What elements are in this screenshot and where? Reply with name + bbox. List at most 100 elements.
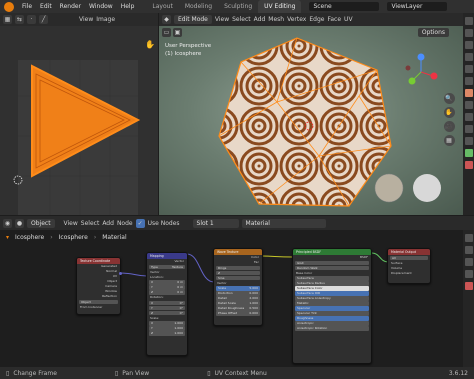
object-field[interactable]: Object	[79, 299, 118, 304]
rotation-z[interactable]: Z 0°	[149, 310, 185, 315]
vp-menu-add[interactable]: Add	[254, 16, 266, 23]
location-y[interactable]: Y0 m	[149, 285, 185, 290]
menu-file[interactable]: File	[18, 3, 36, 10]
vp-menu-vertex[interactable]: Vertex	[287, 16, 306, 23]
vp-menu-face[interactable]: Face	[327, 16, 341, 23]
node-editor-canvas[interactable]: ▾ Icosphere › Icosphere › Material Textu…	[0, 230, 463, 367]
menu-window[interactable]: Window	[85, 3, 117, 10]
location-x[interactable]: X0 m	[149, 280, 185, 285]
grid-icon[interactable]: ▦	[443, 135, 455, 146]
vp-menu-edge[interactable]: Edge	[309, 16, 324, 23]
material-selector[interactable]: Material	[241, 218, 326, 228]
render-icon[interactable]	[464, 29, 473, 37]
zoom-icon[interactable]: 🔍	[443, 93, 455, 104]
node-menu-select[interactable]: Select	[81, 220, 100, 227]
bsdf-subsurface-radius-field[interactable]: Subsurface Radius	[295, 281, 369, 286]
blender-logo-icon[interactable]	[4, 1, 14, 12]
tool-tab-icon[interactable]	[464, 246, 473, 254]
constraint-icon[interactable]	[464, 137, 473, 145]
material-tab-icon[interactable]	[464, 282, 473, 290]
wave-type-dropdown[interactable]: Rings	[216, 265, 260, 270]
scale-y[interactable]: Y 1.000	[149, 326, 185, 331]
uv-canvas[interactable]: ✋	[0, 26, 158, 215]
object-icon[interactable]	[464, 89, 473, 97]
node-mapping[interactable]: Mapping Vector Type Texture Vector Locati…	[146, 252, 188, 356]
node-wave-texture[interactable]: Wave Texture Color Fac Rings Z Sine Vect…	[213, 248, 263, 326]
bsdf-specular-tint-field[interactable]: Specular Tint	[295, 311, 369, 316]
scale-z[interactable]: Z 1.000	[149, 331, 185, 336]
uv-menu-image[interactable]: Image	[96, 16, 115, 23]
tool-icon[interactable]	[464, 17, 473, 25]
node-editor-type-icon[interactable]: ◉	[3, 218, 12, 228]
editor-type-icon[interactable]: ▦	[3, 15, 12, 24]
vp-menu-uv[interactable]: UV	[344, 16, 353, 23]
viewlayer-selector[interactable]: ViewLayer	[387, 2, 448, 11]
wave-profile-dropdown[interactable]: Sine	[216, 275, 260, 280]
bsdf-roughness-field[interactable]: Roughness	[295, 316, 369, 321]
menu-render[interactable]: Render	[56, 3, 85, 10]
hand-icon[interactable]: ✋	[145, 40, 155, 49]
physics-icon[interactable]	[464, 125, 473, 133]
location-z[interactable]: Z0 m	[149, 290, 185, 295]
shader-object-selector[interactable]: Object	[27, 218, 55, 228]
from-instancer-checkbox[interactable]: From Instancer	[77, 305, 120, 310]
node-texture-coordinate[interactable]: Texture Coordinate Generated Normal UV O…	[76, 257, 121, 315]
wave-scale-field[interactable]: Scale 5.000	[216, 286, 260, 291]
mapping-type-dropdown[interactable]: Type Texture	[149, 264, 185, 269]
material-icon[interactable]	[464, 161, 473, 169]
wave-distortion-field[interactable]: Distortion 0.000	[216, 291, 260, 296]
use-nodes-checkbox[interactable]: ✓	[135, 218, 145, 228]
wave-detail-scale-field[interactable]: Detail Scale 1.000	[216, 301, 260, 306]
edge-select-icon[interactable]: ╱	[39, 15, 48, 24]
node-tab-icon[interactable]	[464, 234, 473, 242]
editor-type-icon[interactable]: ◆	[162, 15, 171, 24]
view-tab-icon[interactable]	[464, 258, 473, 266]
pan-hand-icon[interactable]: ✋	[443, 107, 455, 118]
output-icon[interactable]	[464, 41, 473, 49]
vertex-select-icon[interactable]: ·	[27, 15, 36, 24]
tab-sculpting[interactable]: Sculpting	[218, 0, 258, 13]
bsdf-subsurface-color-field[interactable]: Subsurface Color	[295, 286, 369, 291]
world-icon[interactable]	[464, 77, 473, 85]
node-menu-view[interactable]: View	[64, 220, 78, 227]
socket-uv-out[interactable]	[119, 272, 122, 275]
bsdf-metallic-field[interactable]: Metallic	[295, 301, 369, 306]
scale-x[interactable]: X 1.000	[149, 321, 185, 326]
particles-icon[interactable]	[464, 113, 473, 121]
node-menu-add[interactable]: Add	[102, 220, 114, 227]
slot-selector[interactable]: Slot 1	[192, 218, 239, 228]
tab-modeling[interactable]: Modeling	[179, 0, 218, 13]
distribution-dropdown[interactable]: GGX	[295, 260, 369, 265]
vp-menu-mesh[interactable]: Mesh	[268, 16, 284, 23]
options-tab-icon[interactable]	[464, 270, 473, 278]
node-principled-bsdf[interactable]: Principled BSDF BSDF GGX Random Walk Bas…	[292, 248, 372, 364]
uv-sync-icon[interactable]: ⇆	[15, 15, 24, 24]
output-target-dropdown[interactable]: All	[390, 255, 428, 260]
menu-help[interactable]: Help	[117, 3, 139, 10]
menu-edit[interactable]: Edit	[36, 3, 56, 10]
wave-detail-roughness-field[interactable]: Detail Roughness 0.500	[216, 306, 260, 311]
rotation-y[interactable]: Y 0°	[149, 305, 185, 310]
view-layer-icon[interactable]	[464, 53, 473, 61]
bsdf-subsurface-anisotropy-field[interactable]: Subsurface Anisotropy	[295, 296, 369, 301]
tab-layout[interactable]: Layout	[146, 0, 178, 13]
camera-icon[interactable]: 🎥	[443, 121, 455, 132]
subsurface-method-dropdown[interactable]: Random Walk	[295, 265, 369, 270]
vp-menu-view[interactable]: View	[215, 16, 229, 23]
scene-selector[interactable]: Scene	[309, 2, 380, 11]
bsdf-anisotropic-rotation-field[interactable]: Anisotropic Rotation	[295, 326, 369, 331]
bsdf-anisotropic-field[interactable]: Anisotropic	[295, 321, 369, 326]
node-material-output[interactable]: Material Output All Surface Volume Displ…	[387, 248, 431, 284]
uv-menu-view[interactable]: View	[79, 16, 93, 23]
data-icon[interactable]	[464, 149, 473, 157]
tab-uv-editing[interactable]: UV Editing	[258, 0, 302, 13]
bsdf-specular-field[interactable]: Specular	[295, 306, 369, 311]
bsdf-subsurface-field[interactable]: Subsurface	[295, 276, 369, 281]
wave-detail-field[interactable]: Detail 2.000	[216, 296, 260, 301]
wave-phase-offset-field[interactable]: Phase Offset 0.000	[216, 311, 260, 316]
node-menu-node[interactable]: Node	[117, 220, 133, 227]
vp-menu-select[interactable]: Select	[232, 16, 251, 23]
modifier-icon[interactable]	[464, 101, 473, 109]
scene-icon[interactable]	[464, 65, 473, 73]
bsdf-subsurface-ior-field[interactable]: Subsurface IOR	[295, 291, 369, 296]
